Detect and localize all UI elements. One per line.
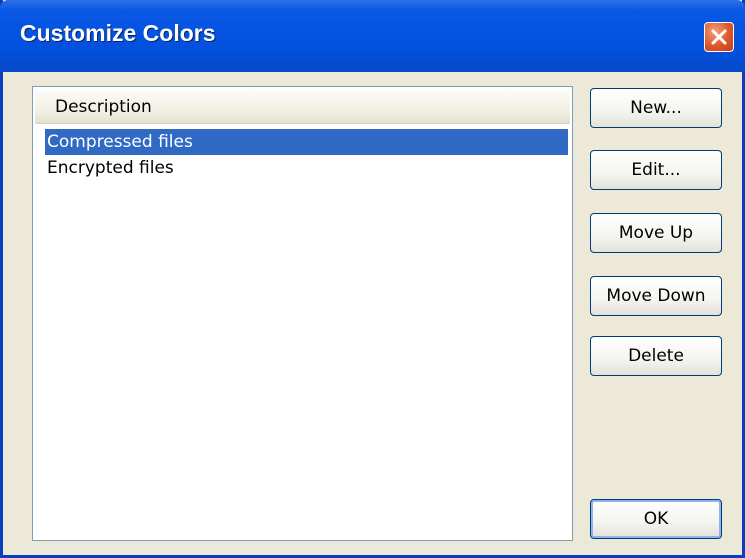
column-header-description[interactable]: Description <box>55 97 152 117</box>
list-header: Description <box>35 89 570 124</box>
list-item[interactable]: Compressed files <box>45 129 568 155</box>
title-bar[interactable]: Customize Colors <box>0 0 745 72</box>
move-up-button[interactable]: Move Up <box>590 213 722 253</box>
new-button[interactable]: New... <box>590 88 722 128</box>
move-down-button[interactable]: Move Down <box>590 276 722 316</box>
list-item[interactable]: Encrypted files <box>45 155 568 181</box>
close-icon <box>711 29 727 45</box>
color-rules-list[interactable]: Description Compressed files Encrypted f… <box>32 86 573 541</box>
edit-button[interactable]: Edit... <box>590 150 722 190</box>
customize-colors-dialog: Customize Colors Description Compressed … <box>0 0 745 558</box>
delete-button[interactable]: Delete <box>590 336 722 376</box>
ok-button[interactable]: OK <box>590 499 722 539</box>
close-button[interactable] <box>704 22 734 52</box>
window-title: Customize Colors <box>20 20 216 46</box>
